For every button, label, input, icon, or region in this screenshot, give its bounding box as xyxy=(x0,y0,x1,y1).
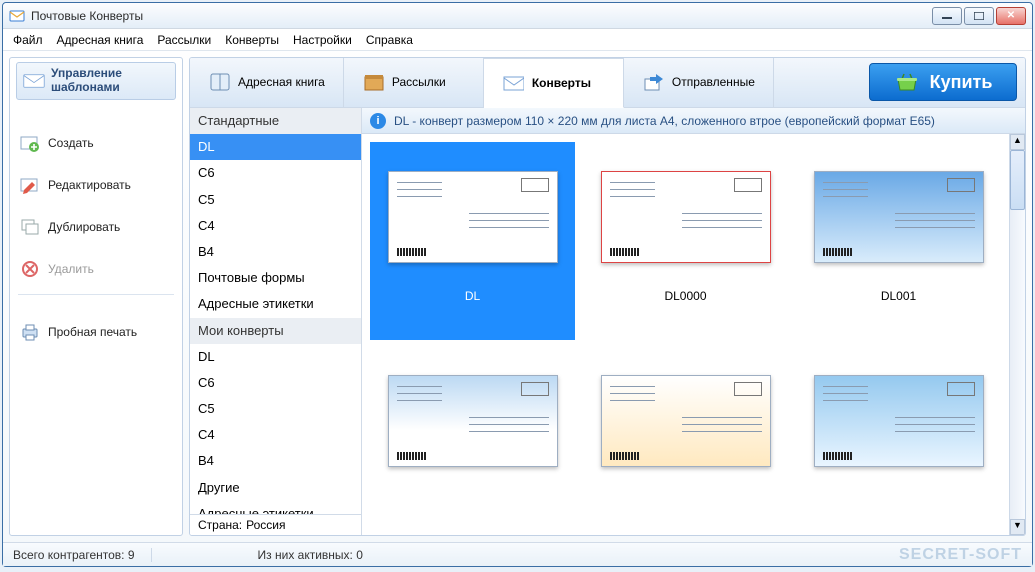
info-icon: i xyxy=(370,113,386,129)
category-list[interactable]: СтандартныеDLC6C5C4B4Почтовые формыАдрес… xyxy=(190,108,362,514)
menu-file[interactable]: Файл xyxy=(13,33,43,47)
menu-mailings[interactable]: Рассылки xyxy=(157,33,211,47)
tab-sent[interactable]: Отправленные xyxy=(624,57,774,107)
category-item[interactable]: Адресные этикетки xyxy=(190,291,361,317)
duplicate-icon xyxy=(20,218,40,236)
sidebar-title-1: Управление xyxy=(51,67,122,81)
envelope-thumbnail xyxy=(814,375,984,467)
delete-button[interactable]: Удалить xyxy=(16,254,176,284)
tabs-row: Адресная книга Рассылки Конверты Отправл… xyxy=(190,58,1025,108)
scroll-track[interactable] xyxy=(1010,150,1025,519)
edit-button[interactable]: Редактировать xyxy=(16,170,176,200)
create-button[interactable]: Создать xyxy=(16,128,176,158)
pencil-icon xyxy=(20,176,40,194)
template-card[interactable] xyxy=(583,346,788,535)
category-item[interactable]: C5 xyxy=(190,187,361,213)
window-title: Почтовые Конверты xyxy=(31,9,143,23)
country-label: Страна: xyxy=(198,518,242,532)
category-item[interactable]: B4 xyxy=(190,448,361,474)
statusbar: Всего контрагентов: 9 Из них активных: 0 xyxy=(3,542,1032,566)
menu-envelopes[interactable]: Конверты xyxy=(225,33,279,47)
template-label: DL xyxy=(465,289,480,303)
template-card[interactable]: DL001 xyxy=(796,142,1001,340)
category-group-header: Стандартные xyxy=(190,108,361,134)
status-total-label: Всего контрагентов: xyxy=(13,548,125,562)
sent-icon xyxy=(642,71,664,93)
tab-address-book[interactable]: Адресная книга xyxy=(190,57,344,107)
watermark: SECRET-SOFT xyxy=(899,546,1022,564)
envelope-tab-icon xyxy=(502,72,524,94)
envelope-icon xyxy=(23,70,45,92)
category-item[interactable]: C4 xyxy=(190,213,361,239)
tab-envelopes[interactable]: Конверты xyxy=(484,58,624,108)
menubar: Файл Адресная книга Рассылки Конверты На… xyxy=(3,29,1032,51)
category-item[interactable]: Другие xyxy=(190,475,361,501)
box-icon xyxy=(362,71,384,93)
delete-label: Удалить xyxy=(48,262,94,276)
separator xyxy=(18,294,174,295)
test-print-label: Пробная печать xyxy=(48,325,137,339)
category-item[interactable]: B4 xyxy=(190,239,361,265)
category-item[interactable]: C6 xyxy=(190,160,361,186)
template-card[interactable] xyxy=(796,346,1001,535)
scroll-down-button[interactable]: ▼ xyxy=(1010,519,1025,535)
envelope-thumbnail xyxy=(814,171,984,263)
info-text: DL - конверт размером 110 × 220 мм для л… xyxy=(394,114,935,128)
info-bar: i DL - конверт размером 110 × 220 мм для… xyxy=(362,108,1025,134)
minimize-button[interactable] xyxy=(932,7,962,25)
book-icon xyxy=(208,71,230,93)
create-label: Создать xyxy=(48,136,94,150)
duplicate-label: Дублировать xyxy=(48,220,120,234)
close-button[interactable]: ✕ xyxy=(996,7,1026,25)
menu-help[interactable]: Справка xyxy=(366,33,413,47)
category-item[interactable]: C5 xyxy=(190,396,361,422)
edit-label: Редактировать xyxy=(48,178,131,192)
template-label: DL0000 xyxy=(664,289,706,303)
envelope-thumbnail xyxy=(388,171,558,263)
category-item[interactable]: DL xyxy=(190,134,361,160)
test-print-button[interactable]: Пробная печать xyxy=(16,317,176,347)
maximize-button[interactable] xyxy=(964,7,994,25)
scroll-thumb[interactable] xyxy=(1010,150,1025,210)
template-card[interactable]: DL xyxy=(370,142,575,340)
status-active-value: 0 xyxy=(356,548,363,562)
delete-icon xyxy=(20,260,40,278)
template-label: DL001 xyxy=(881,289,916,303)
status-active-label: Из них активных: xyxy=(258,548,353,562)
envelope-thumbnail xyxy=(601,171,771,263)
app-icon xyxy=(9,8,25,24)
duplicate-button[interactable]: Дублировать xyxy=(16,212,176,242)
category-item[interactable]: Адресные этикетки xyxy=(190,501,361,514)
category-item[interactable]: DL xyxy=(190,344,361,370)
template-card[interactable] xyxy=(370,346,575,535)
menu-settings[interactable]: Настройки xyxy=(293,33,352,47)
scrollbar[interactable]: ▲ ▼ xyxy=(1009,134,1025,535)
sidebar-title-2: шаблонами xyxy=(51,81,122,95)
country-value: Россия xyxy=(246,518,285,532)
plus-icon xyxy=(20,134,40,152)
status-total-value: 9 xyxy=(128,548,135,562)
scroll-up-button[interactable]: ▲ xyxy=(1010,134,1025,150)
printer-icon xyxy=(20,323,40,341)
envelope-thumbnail xyxy=(601,375,771,467)
menu-address-book[interactable]: Адресная книга xyxy=(57,33,144,47)
basket-icon xyxy=(894,71,920,93)
sidebar-header: Управление шаблонами xyxy=(16,62,176,100)
category-item[interactable]: C4 xyxy=(190,422,361,448)
envelope-thumbnail xyxy=(388,375,558,467)
category-item[interactable]: Почтовые формы xyxy=(190,265,361,291)
titlebar: Почтовые Конверты ✕ xyxy=(3,3,1032,29)
buy-button[interactable]: Купить xyxy=(869,63,1017,101)
category-item[interactable]: C6 xyxy=(190,370,361,396)
tab-mailings[interactable]: Рассылки xyxy=(344,57,484,107)
main-panel: Адресная книга Рассылки Конверты Отправл… xyxy=(189,57,1026,536)
template-gallery: DL DL0000 DL001 xyxy=(362,134,1009,535)
template-card[interactable]: DL0000 xyxy=(583,142,788,340)
sidebar: Управление шаблонами Создать Редактирова… xyxy=(9,57,183,536)
country-bar: Страна: Россия xyxy=(190,514,361,535)
category-group-header: Мои конверты xyxy=(190,318,361,344)
